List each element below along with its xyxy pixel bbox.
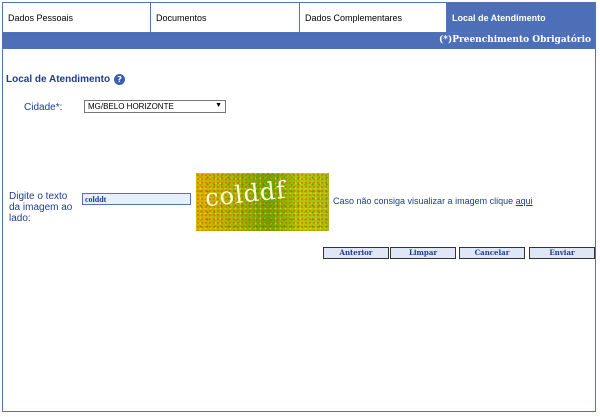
- tab-local-atendimento[interactable]: Local de Atendimento: [447, 3, 595, 32]
- city-label: Cidade*:: [24, 102, 63, 113]
- captcha-input[interactable]: [82, 193, 191, 205]
- required-note: (*)Preenchimento Obrigatório: [439, 35, 591, 45]
- captcha-image: colddf: [196, 173, 329, 231]
- header-bar: (*)Preenchimento Obrigatório: [3, 33, 595, 49]
- send-button[interactable]: Enviar: [529, 247, 595, 259]
- form-frame: Dados Pessoais Documentos Dados Compleme…: [2, 2, 596, 412]
- help-icon[interactable]: ?: [114, 74, 126, 85]
- section-title-text: Local de Atendimento: [6, 74, 111, 85]
- tab-bar: Dados Pessoais Documentos Dados Compleme…: [3, 3, 595, 33]
- tab-documentos[interactable]: Documentos: [151, 3, 300, 32]
- tab-dados-pessoais[interactable]: Dados Pessoais: [3, 3, 151, 32]
- city-selected-value: MG/BELO HORIZONTE: [88, 102, 174, 111]
- city-select[interactable]: MG/BELO HORIZONTE ▼: [84, 100, 226, 113]
- dropdown-arrow-icon: ▼: [215, 102, 222, 109]
- clear-button[interactable]: Limpar: [390, 247, 456, 259]
- captcha-fallback: Caso não consiga visualizar a imagem cli…: [333, 196, 533, 206]
- captcha-fallback-link[interactable]: aqui: [516, 196, 533, 206]
- tab-dados-complementares[interactable]: Dados Complementares: [300, 3, 447, 32]
- previous-button[interactable]: Anterior: [323, 247, 389, 259]
- cancel-button[interactable]: Cancelar: [459, 247, 525, 259]
- section-title: Local de Atendimento ?: [6, 74, 126, 85]
- captcha-fallback-text: Caso não consiga visualizar a imagem cli…: [333, 196, 514, 206]
- captcha-label: Digite o texto da imagem ao lado:: [9, 191, 73, 224]
